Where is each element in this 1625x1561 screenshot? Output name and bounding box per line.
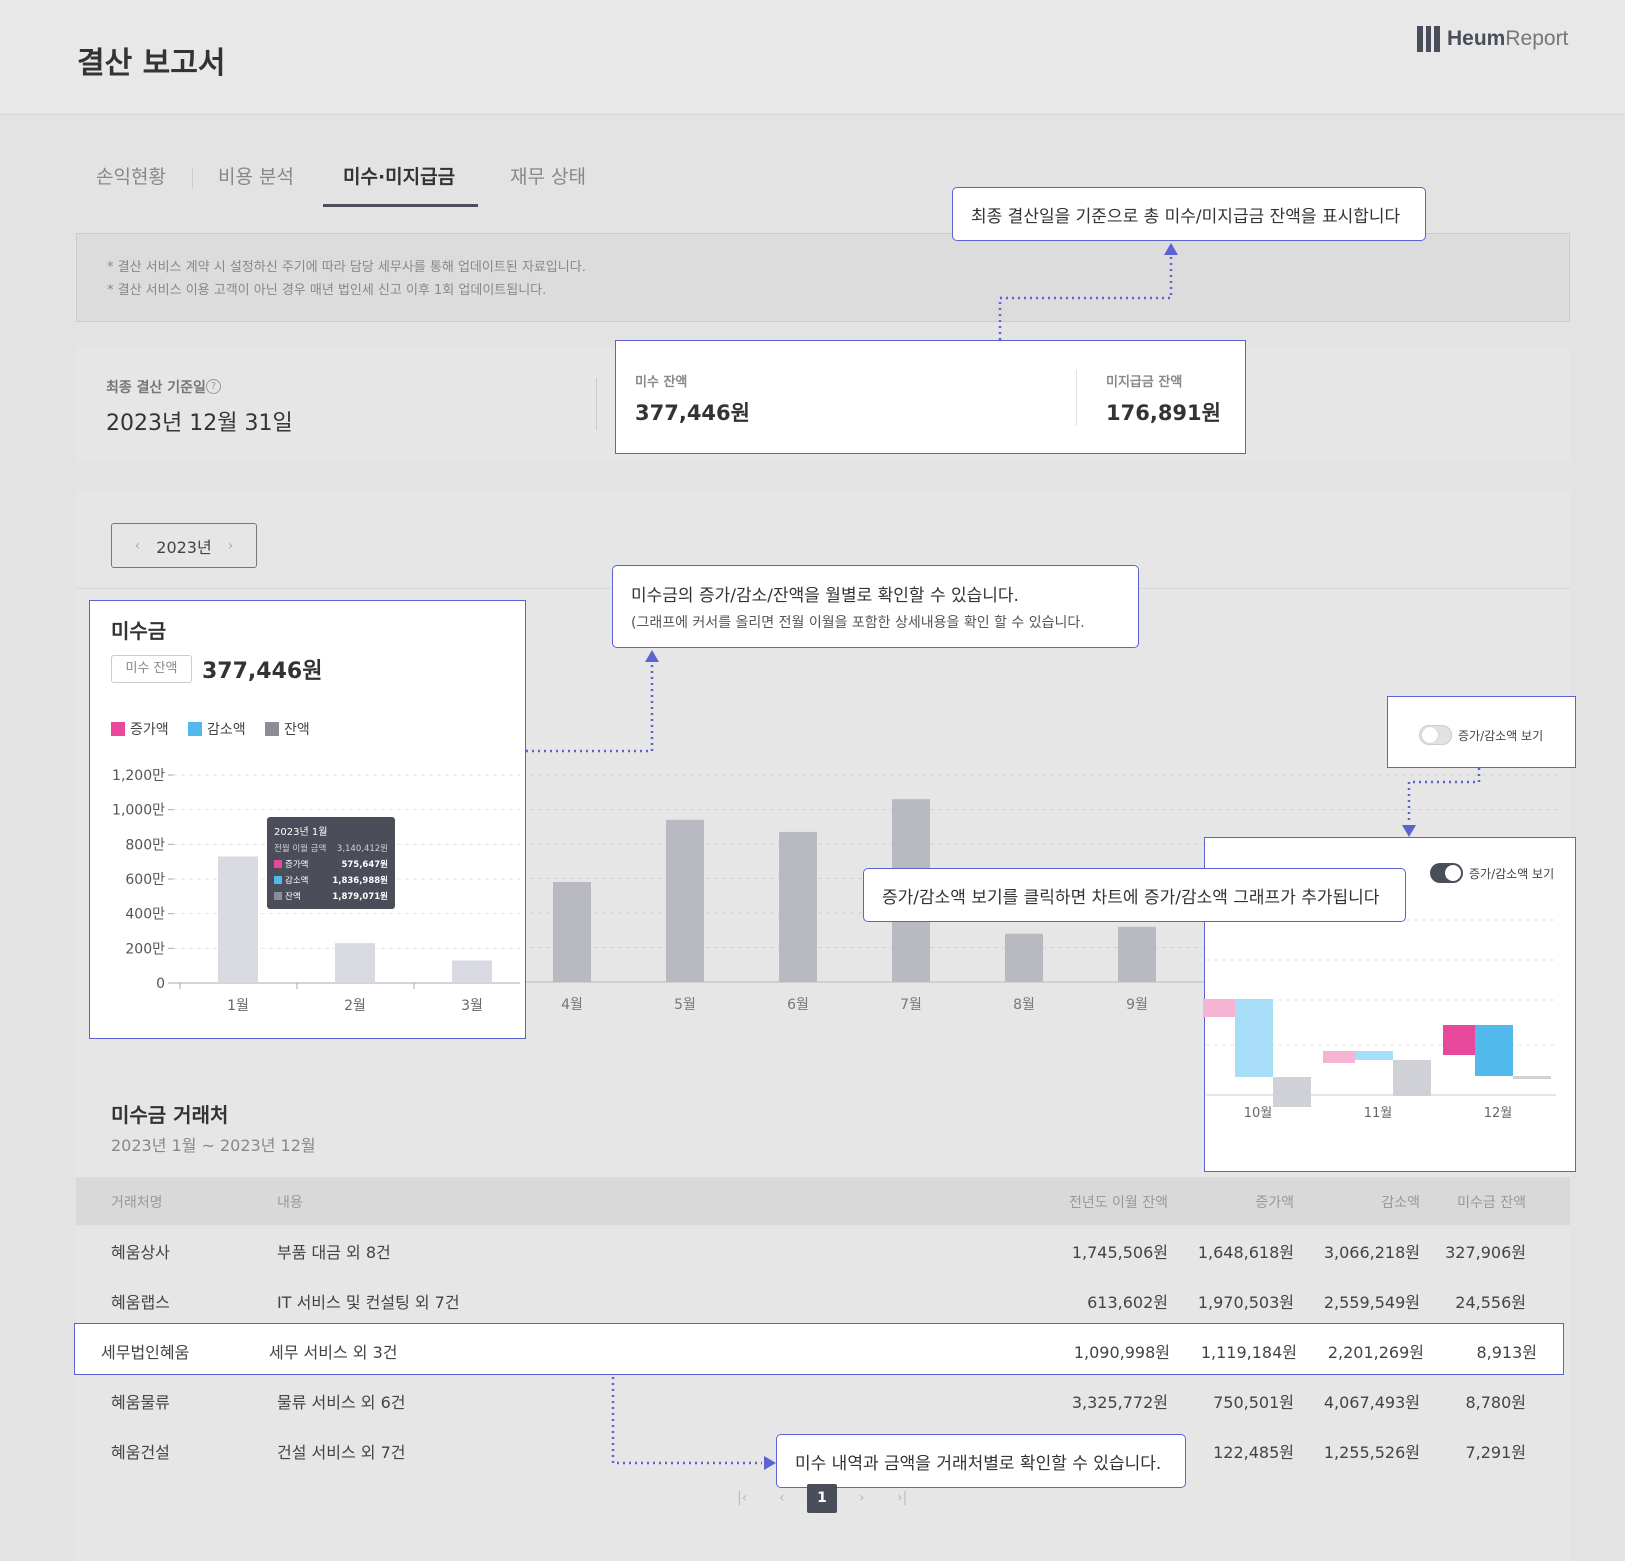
table-cell: 3,325,772원	[1071, 1393, 1168, 1412]
table-cell: 물류 서비스 외 6건	[277, 1393, 406, 1412]
bar-increase	[1203, 999, 1235, 1017]
table-cell: 혜움물류	[111, 1393, 170, 1412]
table-cell: IT 서비스 및 컨설팅 외 7건	[277, 1293, 460, 1312]
callout-toggle: 증가/감소액 보기를 클릭하면 차트에 증가/감소액 그래프가 추가됩니다	[863, 868, 1406, 922]
bar-decrease	[1355, 1051, 1393, 1060]
callout-subtext: (그래프에 커서를 올리면 전월 이월을 포함한 상세내용을 확인 할 수 있습…	[631, 615, 1085, 631]
x-tick-label: 11월	[1364, 1106, 1393, 1121]
col-header: 전년도 이월 잔액	[1068, 1195, 1168, 1211]
table-cell: 1,745,506원	[1071, 1243, 1168, 1262]
table-cell: 혜움건설	[111, 1443, 170, 1462]
bar-decrease	[1235, 999, 1273, 1077]
bar-increase	[1323, 1051, 1355, 1063]
table-cell: 613,602원	[1087, 1293, 1168, 1312]
next-page-button[interactable]: ›	[859, 1490, 865, 1506]
table-cell: 7,291원	[1465, 1443, 1526, 1462]
table-cell: 혜움랩스	[111, 1293, 170, 1312]
bar-balance	[1513, 1076, 1551, 1079]
table-cell: 1,090,998원	[1073, 1343, 1170, 1362]
bar-balance	[1393, 1060, 1431, 1096]
page-current[interactable]: 1	[807, 1484, 837, 1513]
callout-text: 증가/감소액 보기를 클릭하면 차트에 증가/감소액 그래프가 추가됩니다	[882, 887, 1380, 908]
bar-balance	[1273, 1077, 1311, 1107]
table-cell: 부품 대금 외 8건	[277, 1243, 391, 1262]
callout-text: 미수 내역과 금액을 거래처별로 확인할 수 있습니다.	[795, 1453, 1162, 1474]
prev-page-button[interactable]: ‹	[779, 1490, 785, 1506]
col-header: 거래처명	[111, 1195, 163, 1211]
table-cell: 750,501원	[1213, 1393, 1294, 1412]
col-header: 증가액	[1255, 1195, 1294, 1211]
col-header: 내용	[277, 1195, 303, 1211]
callout-balance: 최종 결산일을 기준으로 총 미수/미지급금 잔액을 표시합니다	[952, 187, 1426, 241]
x-tick-label: 12월	[1484, 1106, 1513, 1121]
table-cell: 1,648,618원	[1197, 1243, 1294, 1262]
col-header: 미수금 잔액	[1457, 1195, 1526, 1211]
callout-table: 미수 내역과 금액을 거래처별로 확인할 수 있습니다.	[776, 1434, 1186, 1488]
table-cell: 8,780원	[1465, 1393, 1526, 1412]
bar-increase	[1443, 1025, 1475, 1055]
table-cell: 세무법인혜움	[101, 1343, 190, 1362]
table-title: 미수금 거래처	[111, 1103, 229, 1127]
table-cell: 혜움상사	[111, 1243, 170, 1262]
table-cell: 세무 서비스 외 3건	[269, 1343, 398, 1362]
table-cell: 327,906원	[1445, 1243, 1526, 1262]
table-cell: 24,556원	[1455, 1293, 1526, 1312]
last-page-button[interactable]: ›|	[897, 1490, 907, 1506]
table-period: 2023년 1월 ~ 2023년 12월	[111, 1136, 316, 1155]
callout-chart: 미수금의 증가/감소/잔액을 월별로 확인할 수 있습니다. (그래프에 커서를…	[612, 565, 1139, 648]
table-cell: 1,119,184원	[1200, 1343, 1297, 1362]
table-cell: 8,913원	[1476, 1343, 1537, 1362]
bar-decrease	[1475, 1025, 1513, 1076]
table-cell: 건설 서비스 외 7건	[277, 1443, 406, 1462]
table-cell: 1,970,503원	[1197, 1293, 1294, 1312]
first-page-button[interactable]: |‹	[737, 1490, 747, 1506]
callout-text: 미수금의 증가/감소/잔액을 월별로 확인할 수 있습니다.	[631, 586, 1019, 606]
callout-text: 최종 결산일을 기준으로 총 미수/미지급금 잔액을 표시합니다	[971, 206, 1401, 227]
x-tick-label: 10월	[1244, 1106, 1273, 1121]
